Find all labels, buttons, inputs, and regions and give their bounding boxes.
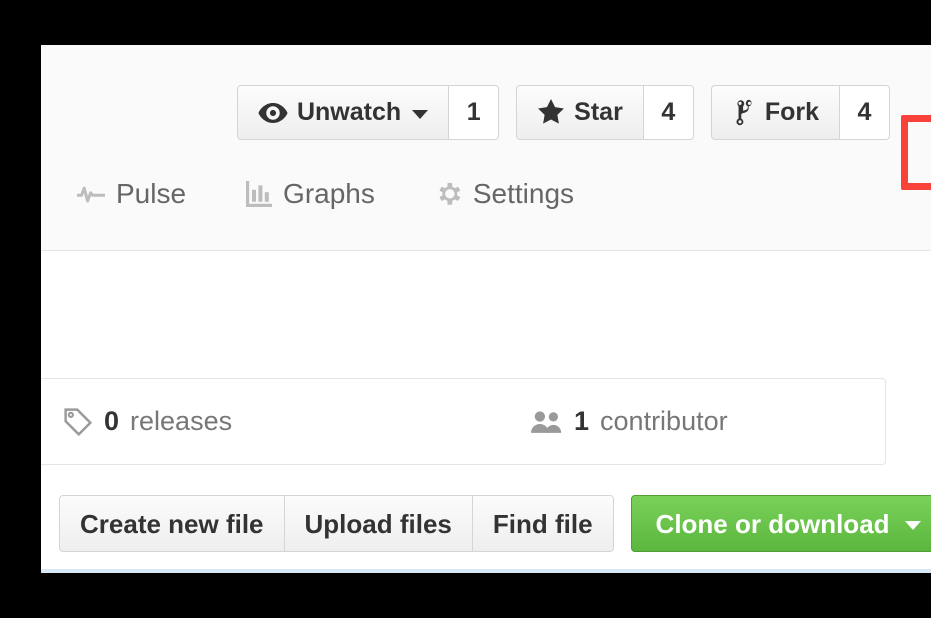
- contributors-label: contributor: [600, 406, 728, 436]
- create-new-file-button[interactable]: Create new file: [59, 495, 284, 552]
- pulse-icon: [77, 184, 105, 204]
- pagehead-actions: Unwatch 1 Star 4 Fork 4: [236, 85, 931, 190]
- repo-forked-icon: [732, 98, 756, 127]
- fork-count[interactable]: 4: [840, 85, 890, 140]
- people-icon: [531, 410, 563, 434]
- nav-item-pulse-label: Pulse: [116, 178, 187, 209]
- fork-label: Fork: [764, 98, 819, 126]
- file-navigation: Create new file Upload files Find file C…: [59, 495, 931, 552]
- contributors-summary[interactable]: 1 contributor: [531, 408, 728, 435]
- nav-item-settings[interactable]: Settings: [435, 180, 574, 208]
- repository-page-card: Unwatch 1 Star 4 Fork 4 Pulse Graphs Set…: [41, 45, 931, 573]
- file-button-group: Create new file Upload files Find file: [59, 495, 614, 552]
- nav-item-pulse[interactable]: Pulse: [77, 180, 186, 208]
- tag-icon: [63, 407, 93, 437]
- nav-item-graphs[interactable]: Graphs: [246, 180, 375, 208]
- star-button[interactable]: Star: [516, 85, 644, 140]
- fork-button-group: Fork 4: [710, 85, 890, 140]
- watch-button-group: Unwatch 1: [236, 85, 500, 140]
- chevron-down-icon: [412, 109, 429, 119]
- star-label: Star: [574, 98, 623, 126]
- upload-files-button[interactable]: Upload files: [283, 495, 472, 552]
- pagehead: Unwatch 1 Star 4 Fork 4 Pulse Graphs Set…: [41, 45, 931, 251]
- unwatch-button[interactable]: Unwatch: [236, 85, 450, 140]
- gear-icon: [435, 181, 462, 208]
- star-count[interactable]: 4: [643, 85, 694, 140]
- fork-highlight-annotation: [900, 115, 931, 190]
- find-file-button[interactable]: Find file: [471, 495, 614, 552]
- unwatch-label: Unwatch: [296, 98, 402, 126]
- releases-label: releases: [130, 406, 233, 436]
- bottom-rule: [41, 569, 931, 573]
- clone-or-download-button[interactable]: Clone or download: [630, 495, 931, 552]
- clone-or-download-label: Clone or download: [655, 508, 890, 539]
- watch-count[interactable]: 1: [449, 85, 500, 140]
- nav-item-graphs-label: Graphs: [283, 178, 375, 209]
- graph-icon: [246, 181, 273, 207]
- releases-summary[interactable]: 0 releases: [63, 407, 232, 437]
- nav-item-settings-label: Settings: [472, 178, 575, 209]
- fork-button[interactable]: Fork: [710, 85, 840, 140]
- repository-content-blank: [41, 251, 931, 378]
- chevron-down-icon: [904, 520, 921, 530]
- repository-nav: Pulse Graphs Settings: [77, 180, 574, 208]
- star-icon: [537, 99, 565, 126]
- star-button-group: Star 4: [516, 85, 694, 140]
- repository-numbers-summary: 0 releases 1 contributor: [41, 378, 886, 465]
- contributors-count: 1: [574, 406, 590, 436]
- releases-count: 0: [104, 406, 120, 436]
- eye-icon: [258, 102, 288, 123]
